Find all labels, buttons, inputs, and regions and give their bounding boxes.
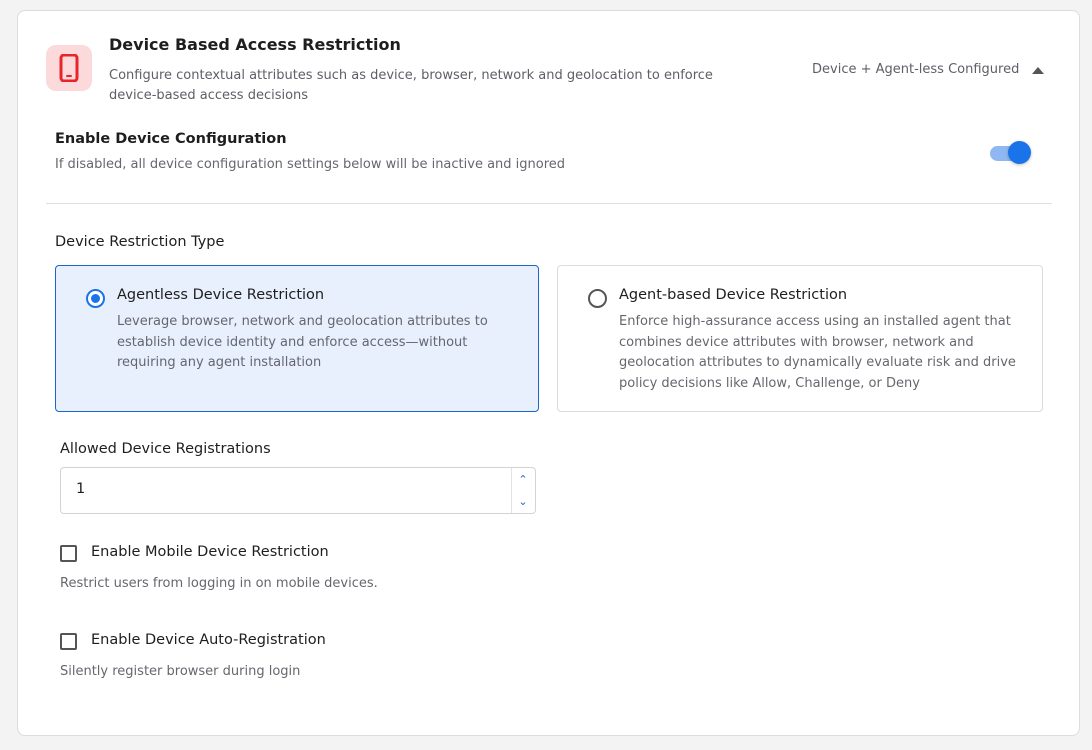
auto-registration-label[interactable]: Enable Device Auto-Registration — [91, 632, 326, 648]
option-agentless[interactable]: Agentless Device Restriction Leverage br… — [55, 265, 539, 412]
option-agent-based-description: Enforce high-assurance access using an i… — [619, 314, 1016, 391]
increment-icon[interactable]: ⌃ — [517, 474, 529, 486]
mobile-restriction-description: Restrict users from logging in on mobile… — [60, 576, 378, 591]
section-description: Configure contextual attributes such as … — [109, 68, 713, 103]
radio-agentless[interactable] — [86, 289, 105, 308]
enable-device-config-toggle[interactable] — [990, 141, 1034, 165]
divider — [46, 203, 1052, 204]
restriction-type-label: Device Restriction Type — [55, 234, 225, 250]
enable-device-config-description: If disabled, all device configuration se… — [55, 157, 566, 172]
radio-selected-dot — [91, 294, 100, 303]
configuration-status: Device + Agent-less Configured — [812, 62, 1020, 77]
radio-agent-based[interactable] — [588, 289, 607, 308]
collapse-caret-icon[interactable] — [1032, 67, 1044, 74]
number-spinner: ⌃ ⌄ — [511, 468, 535, 513]
auto-registration-description: Silently register browser during login — [60, 664, 301, 679]
option-agent-based-title: Agent-based Device Restriction — [619, 287, 848, 303]
device-restriction-card: Device Based Access Restriction Configur… — [17, 10, 1080, 736]
registrations-value: 1 — [76, 481, 86, 497]
registrations-label: Allowed Device Registrations — [60, 441, 271, 457]
option-agentless-description: Leverage browser, network and geolocatio… — [117, 314, 488, 370]
option-agentless-title: Agentless Device Restriction — [117, 287, 325, 303]
section-title: Device Based Access Restriction — [109, 35, 401, 54]
option-agent-based[interactable]: Agent-based Device Restriction Enforce h… — [557, 265, 1043, 412]
mobile-device-icon — [46, 45, 92, 91]
mobile-restriction-label[interactable]: Enable Mobile Device Restriction — [91, 544, 329, 560]
auto-registration-checkbox[interactable] — [60, 633, 77, 650]
toggle-thumb — [1008, 141, 1031, 164]
registrations-input[interactable]: 1 ⌃ ⌄ — [60, 467, 536, 514]
decrement-icon[interactable]: ⌄ — [517, 496, 529, 508]
mobile-restriction-checkbox[interactable] — [60, 545, 77, 562]
enable-device-config-title: Enable Device Configuration — [55, 131, 287, 147]
